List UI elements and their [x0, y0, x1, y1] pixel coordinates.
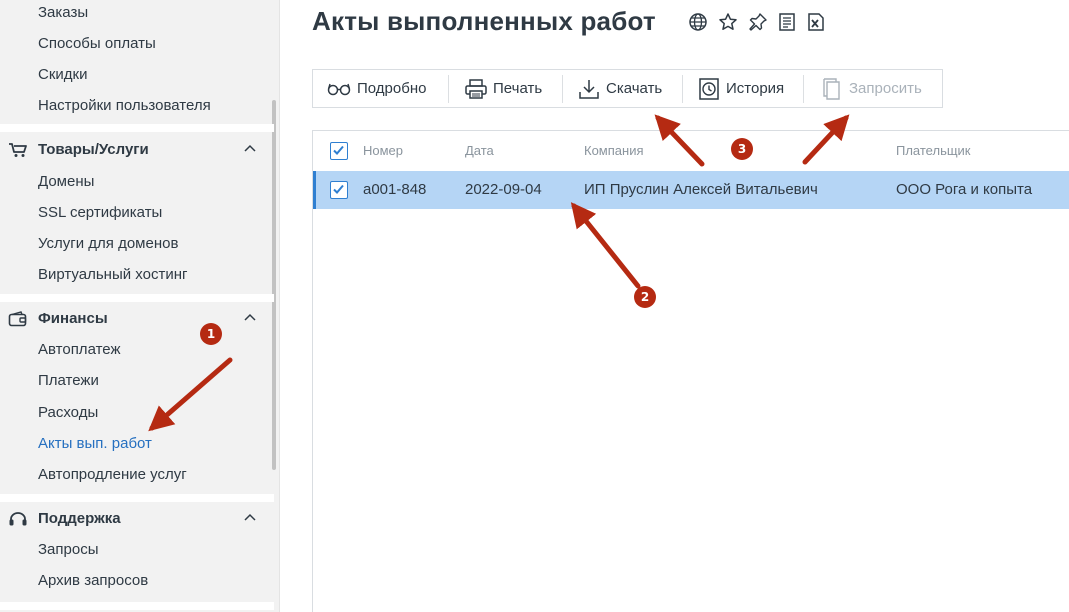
- sidebar-group-finance[interactable]: Финансы: [0, 303, 274, 335]
- glasses-icon: [327, 83, 351, 95]
- sidebar-item-autopay[interactable]: Автоплатеж: [38, 341, 121, 359]
- cell-company: ИП Пруслин Алексей Витальевич: [584, 181, 818, 198]
- annotation-badge-3: 3: [731, 138, 753, 160]
- sidebar-item-orders[interactable]: Заказы: [38, 4, 88, 22]
- cart-icon: [9, 143, 27, 157]
- sidebar: Заказы Способы оплаты Скидки Настройки п…: [0, 0, 280, 612]
- cell-payer: ООО Рога и копыта: [896, 181, 1033, 198]
- sidebar-item-hosting[interactable]: Виртуальный хостинг: [38, 266, 187, 284]
- download-button[interactable]: Скачать: [578, 70, 662, 107]
- sidebar-group-label: Финансы: [38, 310, 108, 327]
- sidebar-separator: [0, 494, 274, 502]
- cell-date: 2022-09-04: [465, 181, 542, 198]
- sidebar-separator: [0, 602, 274, 610]
- chevron-up-icon[interactable]: [244, 513, 256, 521]
- chevron-up-icon[interactable]: [244, 144, 256, 152]
- sidebar-item-payment-methods[interactable]: Способы оплаты: [38, 35, 156, 53]
- printer-icon: [465, 78, 487, 99]
- sidebar-item-acts[interactable]: Акты вып. работ: [38, 435, 152, 453]
- sidebar-separator: [0, 294, 274, 302]
- toolbar: Подробно Печать Скачать История Запросит…: [312, 69, 943, 108]
- excel-icon[interactable]: [806, 12, 826, 32]
- pin-icon[interactable]: [748, 12, 768, 32]
- annotation-badge-1: 1: [200, 323, 222, 345]
- annotation-badge-2: 2: [634, 286, 656, 308]
- document-icon: [823, 77, 840, 100]
- details-button[interactable]: Подробно: [327, 70, 426, 107]
- sidebar-separator: [0, 124, 274, 132]
- sidebar-item-discounts[interactable]: Скидки: [38, 66, 87, 84]
- document-list-icon[interactable]: [777, 12, 797, 32]
- sidebar-item-user-settings[interactable]: Настройки пользователя: [38, 97, 211, 115]
- toolbar-divider: [682, 75, 683, 103]
- column-header-payer[interactable]: Плательщик: [896, 143, 970, 158]
- sidebar-item-expenses[interactable]: Расходы: [38, 404, 98, 422]
- sidebar-item-request-archive[interactable]: Архив запросов: [38, 572, 148, 590]
- history-button[interactable]: История: [698, 70, 784, 107]
- headset-icon: [9, 512, 27, 526]
- column-header-company[interactable]: Компания: [584, 143, 644, 158]
- history-icon: [699, 77, 719, 100]
- toolbar-divider: [803, 75, 804, 103]
- history-label: История: [726, 80, 785, 97]
- page-title: Акты выполненных работ: [312, 6, 656, 36]
- toolbar-divider: [448, 75, 449, 103]
- sidebar-item-domain-services[interactable]: Услуги для доменов: [38, 235, 178, 253]
- request-label: Запросить: [849, 80, 922, 97]
- row-checkbox[interactable]: [330, 181, 348, 199]
- column-header-date[interactable]: Дата: [465, 143, 494, 158]
- sidebar-group-label: Поддержка: [38, 510, 121, 527]
- download-label: Скачать: [606, 80, 663, 97]
- sidebar-group-label: Товары/Услуги: [38, 141, 149, 158]
- globe-icon[interactable]: [688, 12, 708, 32]
- toolbar-divider: [562, 75, 563, 103]
- sidebar-item-requests[interactable]: Запросы: [38, 541, 99, 559]
- sidebar-group-products[interactable]: Товары/Услуги: [0, 134, 274, 166]
- sidebar-item-ssl[interactable]: SSL сертификаты: [38, 204, 162, 222]
- print-label: Печать: [493, 80, 543, 97]
- request-button[interactable]: Запросить: [821, 70, 922, 107]
- details-label: Подробно: [357, 80, 427, 97]
- sidebar-item-domains[interactable]: Домены: [38, 173, 94, 191]
- select-all-checkbox[interactable]: [330, 142, 348, 160]
- star-icon[interactable]: [718, 12, 738, 32]
- table-row[interactable]: а001-848 2022-09-04 ИП Пруслин Алексей В…: [313, 171, 1069, 209]
- column-header-number[interactable]: Номер: [363, 143, 403, 158]
- download-icon: [579, 79, 599, 99]
- sidebar-group-support[interactable]: Поддержка: [0, 503, 274, 535]
- wallet-icon: [8, 311, 27, 327]
- sidebar-item-autorenew[interactable]: Автопродление услуг: [38, 466, 187, 484]
- cell-number: а001-848: [363, 181, 427, 198]
- sidebar-item-payments[interactable]: Платежи: [38, 372, 99, 390]
- acts-table: Номер Дата Компания Плательщик а001-848 …: [312, 130, 1069, 612]
- print-button[interactable]: Печать: [465, 70, 542, 107]
- chevron-up-icon[interactable]: [244, 313, 256, 321]
